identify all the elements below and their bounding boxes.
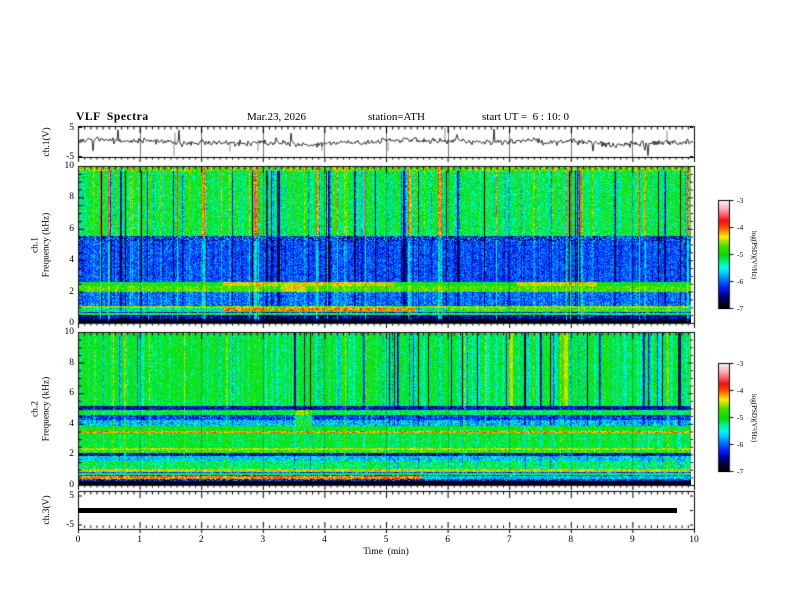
y-tick-label-ch1-spec: 10 bbox=[64, 161, 75, 171]
ch1-spec-ylabel-line1: ch.1 bbox=[30, 236, 41, 254]
colorbar-2-tick-label: -7 bbox=[737, 467, 744, 476]
colorbar-2-label: log(PSD)(V²/Hz) bbox=[750, 393, 758, 443]
y-tick-label-ch2-spec: 4 bbox=[69, 418, 74, 429]
ch1-spec-ylabel-line2: Frequency (kHz) bbox=[41, 212, 51, 278]
colorbar-1-tick-label: -6 bbox=[737, 277, 744, 286]
colorbar-1-tick-label: -7 bbox=[737, 304, 744, 313]
y-tick-label-ch1-spec: 4 bbox=[69, 255, 74, 266]
y-tick-label-ch2-spec: 8 bbox=[69, 357, 74, 368]
ch3-flat-trace bbox=[78, 508, 677, 513]
colorbar-2-tick-label: -5 bbox=[737, 413, 744, 422]
x-tick-label: 4 bbox=[322, 535, 327, 545]
y-tick-label-ch3-wave: -5 bbox=[66, 520, 74, 530]
ch2-spec-ylabel: ch.2 Frequency (kHz) bbox=[31, 377, 52, 442]
x-tick-label: 6 bbox=[445, 535, 450, 545]
x-tick-label: 10 bbox=[689, 535, 699, 545]
station-label: station=ATH bbox=[368, 111, 425, 123]
y-tick-label-ch1-spec: 8 bbox=[69, 192, 74, 203]
ch2-spec-ylabel-line1: ch.2 bbox=[30, 400, 41, 418]
y-tick-label-ch2-spec: 10 bbox=[64, 327, 75, 337]
colorbar-1-label: log(PSD)(V²/Hz) bbox=[750, 230, 758, 280]
ch1-spectrogram-canvas bbox=[79, 167, 691, 323]
colorbar-2-tick-label: -6 bbox=[737, 440, 744, 449]
ch2-spec-ylabel-line2: Frequency (kHz) bbox=[41, 376, 51, 442]
x-tick-label: 5 bbox=[383, 535, 389, 545]
colorbar-1-tick-label: -5 bbox=[737, 250, 744, 259]
colorbar-2-tick-label: -3 bbox=[737, 359, 744, 368]
y-tick-label-ch1-wave: -5 bbox=[66, 151, 74, 162]
colorbar-2 bbox=[719, 364, 729, 472]
x-tick-label: 1 bbox=[137, 535, 142, 545]
y-tick-label-ch2-spec: 2 bbox=[69, 449, 74, 460]
colorbar-1-tick-label: -3 bbox=[737, 196, 744, 205]
y-tick-label-ch3-wave: 5 bbox=[69, 491, 74, 501]
y-tick-label-ch1-wave: 5 bbox=[69, 122, 74, 133]
x-tick-label: 9 bbox=[630, 535, 635, 545]
start-time-label: start UT = 6 : 10: 0 bbox=[482, 111, 569, 123]
x-tick-label: 2 bbox=[198, 535, 204, 545]
y-tick-label-ch1-spec: 2 bbox=[69, 286, 74, 297]
figure-title: VLF Spectra bbox=[76, 111, 149, 123]
vlf-spectra-figure: VLF Spectra Mar.23, 2026 station=ATH sta… bbox=[0, 0, 792, 612]
colorbar-1 bbox=[719, 201, 729, 309]
ch2-spectrogram-canvas bbox=[79, 333, 691, 485]
ch1-spec-ylabel: ch.1 Frequency (kHz) bbox=[31, 213, 52, 278]
x-axis-title: Time (min) bbox=[363, 547, 409, 557]
y-tick-label-ch1-spec: 6 bbox=[69, 223, 74, 234]
x-tick-label: 8 bbox=[568, 535, 574, 545]
colorbar-2-tick-label: -4 bbox=[737, 386, 744, 395]
colorbar-1-tick-label: -4 bbox=[737, 223, 744, 232]
ch1-waveform-canvas bbox=[79, 127, 691, 157]
x-tick-label: 7 bbox=[506, 535, 512, 545]
x-tick-label: 3 bbox=[260, 535, 266, 545]
x-tick-label: 0 bbox=[75, 535, 81, 545]
date-label: Mar.23, 2026 bbox=[247, 111, 306, 123]
y-tick-label-ch2-spec: 6 bbox=[69, 388, 74, 399]
y-tick-label-ch2-spec: 0 bbox=[69, 480, 74, 490]
